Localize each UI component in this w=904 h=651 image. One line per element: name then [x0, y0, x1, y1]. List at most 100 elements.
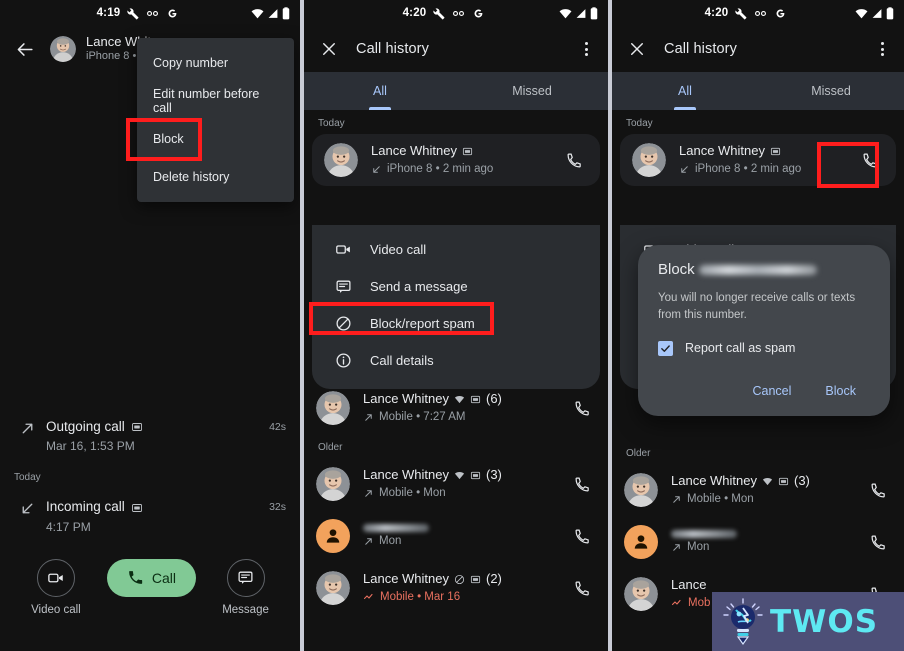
call-back-button[interactable]	[864, 534, 892, 551]
row-body: Lance Whitney iPhone 8 • 2 min ago	[371, 143, 560, 177]
row-subtitle: Mon	[671, 540, 864, 555]
sheet-item-send-message[interactable]: Send a message	[312, 268, 600, 305]
row-title: Lance Whitney	[679, 143, 856, 160]
outgoing-call-arrow-icon	[14, 418, 40, 437]
sheet-item-label: Call details	[370, 353, 434, 368]
menu-item-block[interactable]: Block	[137, 120, 294, 158]
menu-item-copy-number[interactable]: Copy number	[137, 44, 294, 82]
menu-item-edit-number[interactable]: Edit number before call	[137, 82, 294, 120]
row-detail: Mobile • Mar 16	[380, 590, 461, 603]
report-spam-checkbox-row[interactable]: Report call as spam	[658, 340, 870, 356]
call-back-button[interactable]	[864, 482, 892, 499]
tab-missed[interactable]: Missed	[758, 72, 904, 110]
table-row[interactable]: Lance Whitney iPhone 8 • 2 min ago	[312, 134, 600, 186]
back-arrow-icon[interactable]	[10, 40, 40, 59]
sheet-item-block-report-spam[interactable]: Block/report spam	[312, 305, 600, 342]
action-message[interactable]: Message	[222, 558, 269, 616]
row-detail: Mon	[687, 540, 710, 553]
block-button[interactable]: Block	[811, 376, 870, 406]
action-video-call[interactable]: Video call	[31, 558, 81, 616]
close-icon[interactable]	[314, 34, 344, 64]
panel-call-history-sheet: 4:20 Call history All Missed Today Lance…	[304, 0, 608, 651]
sim-card-icon	[470, 574, 481, 585]
table-row[interactable]: Mon	[304, 510, 608, 562]
row-detail: Mon	[379, 534, 402, 547]
row-detail: Mobile • Mon	[379, 486, 446, 499]
row-subtitle: Mobile • Mar 16	[363, 590, 568, 605]
call-back-button[interactable]	[568, 476, 596, 493]
blurred-contact-name	[671, 529, 737, 538]
close-icon[interactable]	[622, 34, 652, 64]
contact-name: Lance	[671, 577, 707, 593]
section-label-older: Older	[626, 448, 651, 459]
outgoing-call-arrow-icon	[363, 412, 374, 423]
tab-all[interactable]: All	[304, 72, 456, 110]
call-back-button[interactable]	[560, 152, 588, 169]
sim-card-icon	[131, 421, 143, 433]
call-entry-time: 4:17 PM	[46, 519, 91, 534]
menu-item-delete-history[interactable]: Delete history	[137, 158, 294, 196]
sheet-item-label: Video call	[370, 242, 427, 257]
table-row[interactable]: Lance Whitney iPhone 8 • 2 min ago	[620, 134, 896, 186]
row-title: Lance Whitney (2)	[363, 571, 568, 588]
call-back-button[interactable]	[568, 580, 596, 597]
block-icon	[330, 315, 356, 332]
call-button[interactable]: Call	[106, 558, 197, 597]
table-row[interactable]: Lance Whitney (6) Mobile • 7:27 AM	[304, 382, 608, 434]
call-count: (3)	[486, 467, 502, 483]
panel-call-history-dialog: 4:20 Call history All Missed Today Lance…	[612, 0, 904, 651]
call-back-button[interactable]	[568, 528, 596, 545]
row-body: Lance Whitney (2) Mobile • Mar 16	[363, 571, 568, 605]
wifi-icon	[855, 8, 868, 19]
action-call[interactable]: Call	[106, 558, 197, 597]
outgoing-call-arrow-icon	[363, 536, 374, 547]
status-time: 4:19	[96, 7, 121, 19]
call-entry-incoming[interactable]: Incoming call 4:17 PM 32s	[0, 488, 300, 544]
message-icon	[330, 278, 356, 295]
checkbox-checked-icon[interactable]	[658, 340, 673, 356]
table-row[interactable]: Mon	[612, 516, 904, 568]
call-back-button[interactable]	[856, 152, 884, 169]
avatar	[324, 143, 358, 177]
avatar	[624, 577, 658, 611]
sheet-item-video-call[interactable]: Video call	[312, 231, 600, 268]
page-title: Call history	[356, 41, 429, 57]
sheet-item-call-details[interactable]: Call details	[312, 342, 600, 379]
tab-label: All	[373, 84, 387, 98]
status-bar: 4:20	[304, 0, 608, 26]
section-label-today: Today	[318, 118, 345, 129]
call-entry-type-row: Incoming call	[46, 498, 269, 516]
overflow-menu-icon[interactable]	[576, 38, 596, 60]
message-icon	[226, 558, 265, 597]
action-label: Message	[222, 603, 269, 616]
lightbulb-icon	[722, 597, 764, 646]
row-subtitle: iPhone 8 • 2 min ago	[679, 162, 856, 177]
blurred-phone-number	[698, 264, 817, 275]
contact-name: Lance Whitney	[371, 143, 457, 159]
dialog-body-text: You will no longer receive calls or text…	[658, 292, 856, 322]
outgoing-call-arrow-icon	[671, 494, 682, 505]
contact-name: Lance Whitney	[363, 571, 449, 587]
cancel-button[interactable]: Cancel	[739, 376, 806, 406]
call-back-button[interactable]	[568, 400, 596, 417]
tab-label: Missed	[811, 84, 851, 98]
tab-missed[interactable]: Missed	[456, 72, 608, 110]
call-button-label: Call	[151, 569, 177, 586]
row-title: Lance Whitney (6)	[363, 391, 568, 408]
call-entry-outgoing[interactable]: Outgoing call Mar 16, 1:53 PM 42s	[0, 408, 300, 464]
tab-all[interactable]: All	[612, 72, 758, 110]
avatar	[316, 519, 350, 553]
table-row[interactable]: Lance Whitney (3) Mobile • Mon	[612, 464, 904, 516]
contact-name: Lance Whitney	[671, 473, 757, 489]
overflow-popup-menu: Copy number Edit number before call Bloc…	[137, 38, 294, 202]
call-entry-duration: 32s	[269, 501, 286, 514]
blocked-icon	[454, 574, 465, 585]
sim-card-icon	[470, 470, 481, 481]
call-entry-type: Outgoing call	[46, 419, 125, 434]
overflow-menu-icon[interactable]	[872, 38, 892, 60]
table-row[interactable]: Lance Whitney (3) Mobile • Mon	[304, 458, 608, 510]
table-row[interactable]: Lance Whitney (2) Mobile • Mar 16	[304, 562, 608, 614]
row-title: Lance Whitney	[371, 143, 560, 160]
sim-card-icon	[778, 476, 789, 487]
call-entry-duration: 42s	[269, 421, 286, 433]
